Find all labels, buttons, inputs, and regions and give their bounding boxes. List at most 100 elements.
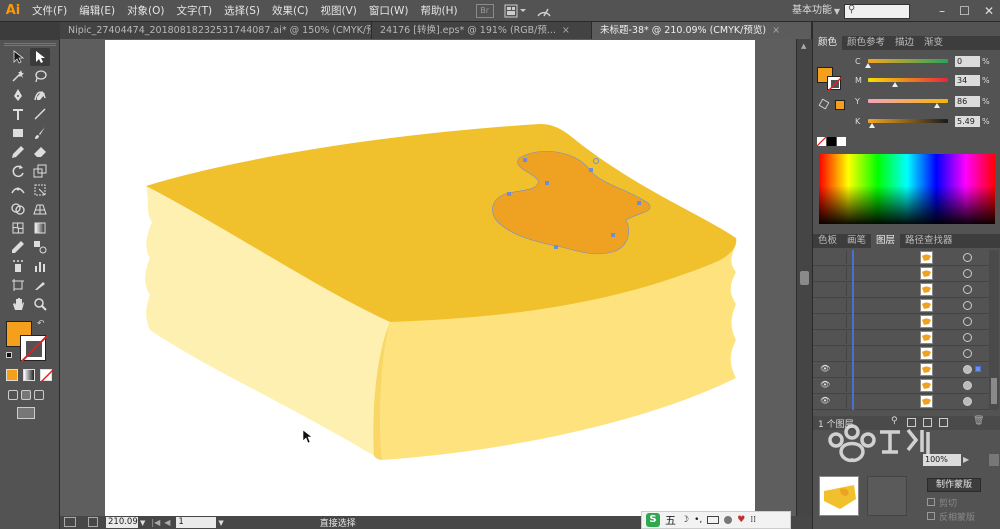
target-icon[interactable] — [963, 253, 972, 262]
artboard-number-input[interactable]: 1 — [176, 517, 217, 528]
layer-thumbnail — [920, 283, 933, 296]
eye-icon[interactable]: 👁 — [820, 380, 830, 389]
tab-swatches[interactable]: 色板 — [813, 234, 842, 248]
layers-scrollbar[interactable] — [989, 250, 999, 410]
minimize-button[interactable]: – — [939, 0, 945, 22]
layer-row[interactable] — [813, 282, 989, 298]
make-mask-button[interactable]: 制作蒙版 — [927, 478, 981, 492]
eye-icon[interactable]: 👁 — [820, 396, 830, 405]
tab-gradient[interactable]: 渐变 — [919, 36, 948, 50]
channel-slider[interactable] — [868, 119, 948, 123]
channel-value-input[interactable]: 86 — [955, 95, 980, 107]
layer-row[interactable]: 👁 — [813, 394, 989, 410]
layer-row[interactable] — [813, 298, 989, 314]
channel-value-input[interactable]: 34 — [955, 74, 980, 86]
sogou-logo-icon[interactable]: S — [646, 513, 660, 527]
target-icon[interactable] — [963, 269, 972, 278]
mask-thumbnail[interactable] — [819, 476, 859, 516]
channel-row-c: C 0% — [813, 53, 1000, 69]
ime-mode[interactable]: 五 — [665, 512, 676, 528]
lock-toggle[interactable] — [833, 347, 847, 360]
shirt-icon[interactable]: ♥ — [737, 515, 745, 525]
lock-toggle[interactable] — [833, 379, 847, 392]
scroll-thumb[interactable] — [800, 271, 809, 285]
layer-color-bar — [852, 394, 854, 410]
channel-row-m: M 34% — [813, 72, 1000, 88]
layer-row[interactable] — [813, 346, 989, 362]
slider-knob[interactable] — [892, 82, 899, 87]
selection-indicator[interactable] — [975, 366, 981, 372]
lock-toggle[interactable] — [833, 267, 847, 280]
tab-color-guide[interactable]: 颜色参考 — [842, 36, 890, 50]
channel-row-k: K 5.49% — [813, 113, 1000, 129]
ime-toolbar[interactable]: S 五 ☽ •, ♥ ⁞⁞ — [641, 511, 791, 529]
slider-knob[interactable] — [933, 103, 940, 108]
zoom-input[interactable]: 210.09 — [106, 517, 138, 528]
lock-toggle[interactable] — [833, 251, 847, 264]
none-swatch[interactable] — [816, 136, 827, 147]
channel-slider[interactable] — [868, 59, 948, 63]
layers-scroll-thumb[interactable] — [991, 378, 997, 404]
status-icon — [64, 517, 76, 527]
black-swatch[interactable] — [827, 137, 836, 146]
lock-toggle[interactable] — [833, 299, 847, 312]
layers-panel-tabs: 色板 画笔 图层 路径查找器 — [813, 234, 1000, 248]
vertical-scrollbar[interactable]: ▲ — [796, 39, 812, 516]
white-swatch[interactable] — [837, 137, 846, 146]
lock-toggle[interactable] — [833, 395, 847, 408]
tab-layers[interactable]: 图层 — [871, 234, 901, 248]
layer-row[interactable] — [813, 266, 989, 282]
moon-icon[interactable]: ☽ — [681, 515, 689, 525]
invert-mask-checkbox[interactable] — [927, 512, 935, 520]
target-icon[interactable] — [963, 397, 972, 406]
punctuation-icon[interactable]: •, — [694, 515, 702, 525]
target-icon[interactable] — [963, 317, 972, 326]
layer-row[interactable] — [813, 250, 989, 266]
lock-toggle[interactable] — [833, 283, 847, 296]
channel-value-input[interactable]: 0 — [955, 55, 980, 67]
help-search-input[interactable]: ⚲ — [844, 4, 910, 19]
zoom-dropdown-icon[interactable]: ▼ — [140, 519, 145, 527]
target-icon[interactable] — [963, 381, 972, 390]
scroll-up-icon[interactable]: ▲ — [801, 42, 806, 50]
mask-placeholder[interactable] — [867, 476, 907, 516]
target-icon[interactable] — [963, 333, 972, 342]
eye-icon[interactable]: 👁 — [820, 364, 830, 373]
lock-toggle[interactable] — [833, 315, 847, 328]
slider-knob[interactable] — [865, 63, 871, 68]
chevron-down-icon[interactable]: ▼ — [834, 7, 840, 16]
artboard-dropdown-icon[interactable]: ▼ — [218, 519, 223, 527]
target-icon[interactable] — [963, 365, 972, 374]
current-tool-status[interactable]: 直接选择 — [320, 516, 356, 529]
layer-row[interactable]: 👁 — [813, 378, 989, 394]
user-icon[interactable] — [724, 516, 733, 524]
tab-stroke[interactable]: 描边 — [890, 36, 919, 50]
target-icon[interactable] — [963, 301, 972, 310]
channel-slider[interactable] — [868, 78, 948, 82]
export-icon[interactable] — [88, 517, 98, 527]
prev-artboard-icon[interactable]: ◀ — [164, 518, 170, 527]
first-artboard-icon[interactable]: |◀ — [151, 518, 160, 527]
color-spectrum[interactable] — [819, 154, 995, 224]
tab-brushes[interactable]: 画笔 — [842, 234, 871, 248]
tab-pathfinder[interactable]: 路径查找器 — [900, 234, 958, 248]
delete-layer-icon[interactable]: 🗑 — [973, 416, 984, 426]
transparency-menu-icon[interactable] — [989, 454, 999, 466]
layer-thumbnail — [920, 315, 933, 328]
grid-icon[interactable]: ⁞⁞ — [750, 515, 756, 525]
slider-knob[interactable] — [869, 123, 876, 128]
close-button[interactable]: ✕ — [984, 0, 994, 22]
target-icon[interactable] — [963, 285, 972, 294]
layer-row[interactable] — [813, 330, 989, 346]
layer-row[interactable]: 👁 — [813, 362, 989, 378]
target-icon[interactable] — [963, 349, 972, 358]
lock-toggle[interactable] — [833, 363, 847, 376]
clip-checkbox[interactable] — [927, 498, 935, 506]
maximize-button[interactable]: ☐ — [959, 0, 970, 22]
artwork-canvas[interactable] — [0, 0, 812, 516]
lock-toggle[interactable] — [833, 331, 847, 344]
channel-value-input[interactable]: 5.49 — [955, 115, 980, 127]
keyboard-icon[interactable] — [707, 516, 720, 524]
tab-color[interactable]: 颜色 — [813, 36, 843, 50]
layer-row[interactable] — [813, 314, 989, 330]
